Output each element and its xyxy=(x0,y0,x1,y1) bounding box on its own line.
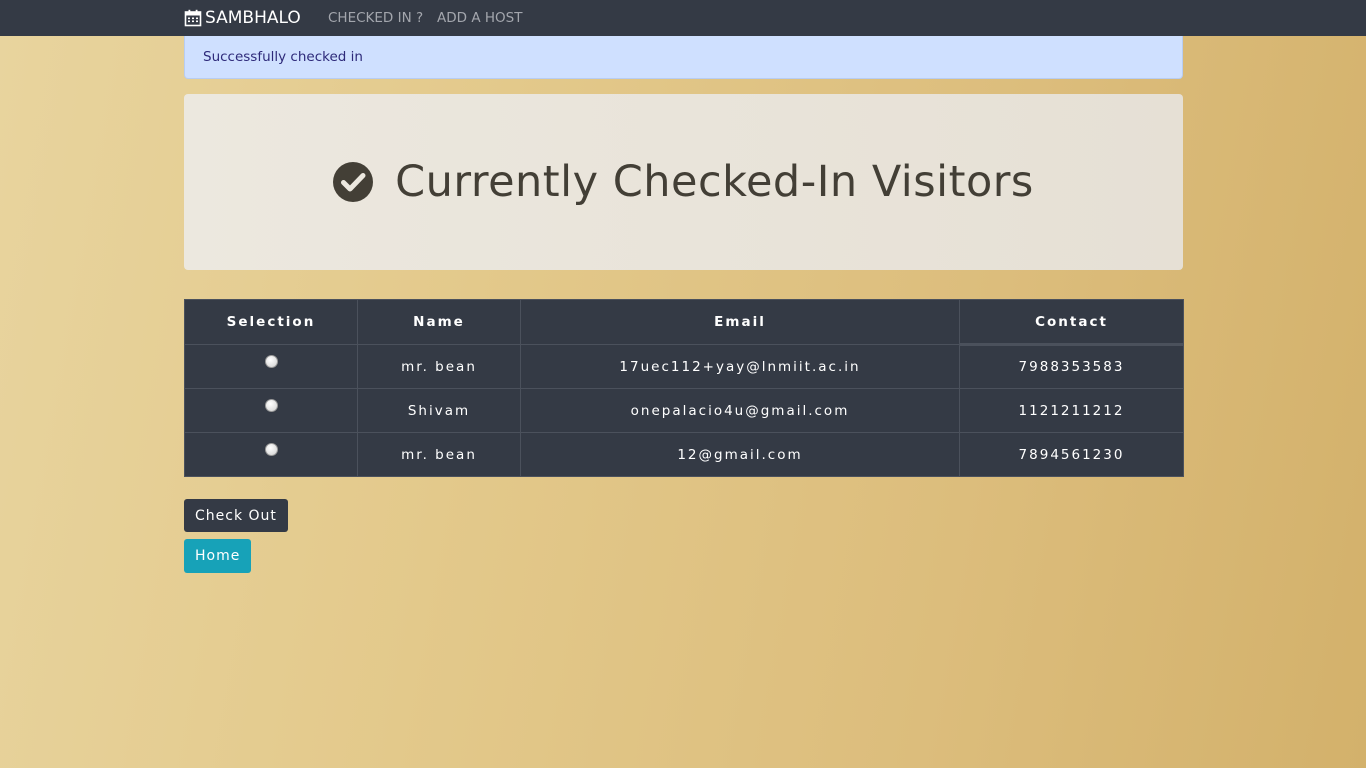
name-cell: Shivam xyxy=(357,388,521,433)
nav-link-add-host[interactable]: ADD A HOST xyxy=(437,10,522,26)
table-row: mr. bean 12@gmail.com 7894561230 xyxy=(184,432,1184,477)
selection-cell xyxy=(184,344,358,389)
table-row: mr. bean 17uec112+yay@lnmiit.ac.in 79883… xyxy=(184,344,1184,389)
visitor-radio[interactable] xyxy=(264,443,278,456)
alert-message: Successfully checked in xyxy=(203,49,363,65)
success-alert: Successfully checked in xyxy=(184,36,1183,79)
email-cell: 12@gmail.com xyxy=(520,432,960,477)
visitor-radio[interactable] xyxy=(264,399,278,412)
email-cell: onepalacio4u@gmail.com xyxy=(520,388,960,433)
header-contact: Contact xyxy=(959,299,1184,346)
contact-cell: 7988353583 xyxy=(959,344,1184,389)
table-header-row: Selection Name Email Contact xyxy=(184,299,1184,346)
brand-link[interactable]: SAMBHALO xyxy=(184,8,301,28)
header-name: Name xyxy=(357,299,521,345)
check-out-button[interactable]: Check Out xyxy=(184,499,288,532)
name-cell: mr. bean xyxy=(357,344,521,389)
visitor-radio[interactable] xyxy=(264,355,278,368)
check-circle-icon xyxy=(333,162,374,202)
table-row: Shivam onepalacio4u@gmail.com 1121211212 xyxy=(184,388,1184,433)
header-email: Email xyxy=(520,299,960,345)
page-title: Currently Checked-In Visitors xyxy=(333,157,1034,207)
jumbotron: Currently Checked-In Visitors xyxy=(184,94,1183,270)
contact-cell: 7894561230 xyxy=(959,432,1184,477)
home-button[interactable]: Home xyxy=(184,539,252,573)
visitors-table: Selection Name Email Contact mr. bean 17… xyxy=(184,299,1184,477)
calendar-icon xyxy=(184,9,202,27)
navbar: SAMBHALO CHECKED IN ? ADD A HOST xyxy=(0,0,1366,36)
name-cell: mr. bean xyxy=(357,432,521,477)
email-cell: 17uec112+yay@lnmiit.ac.in xyxy=(520,344,960,389)
nav-link-checked-in[interactable]: CHECKED IN ? xyxy=(328,10,423,26)
selection-cell xyxy=(184,388,358,433)
header-selection: Selection xyxy=(184,299,358,345)
brand-name: SAMBHALO xyxy=(205,8,301,28)
page-title-text: Currently Checked-In Visitors xyxy=(395,157,1034,207)
selection-cell xyxy=(184,432,358,477)
contact-cell: 1121211212 xyxy=(959,388,1184,433)
